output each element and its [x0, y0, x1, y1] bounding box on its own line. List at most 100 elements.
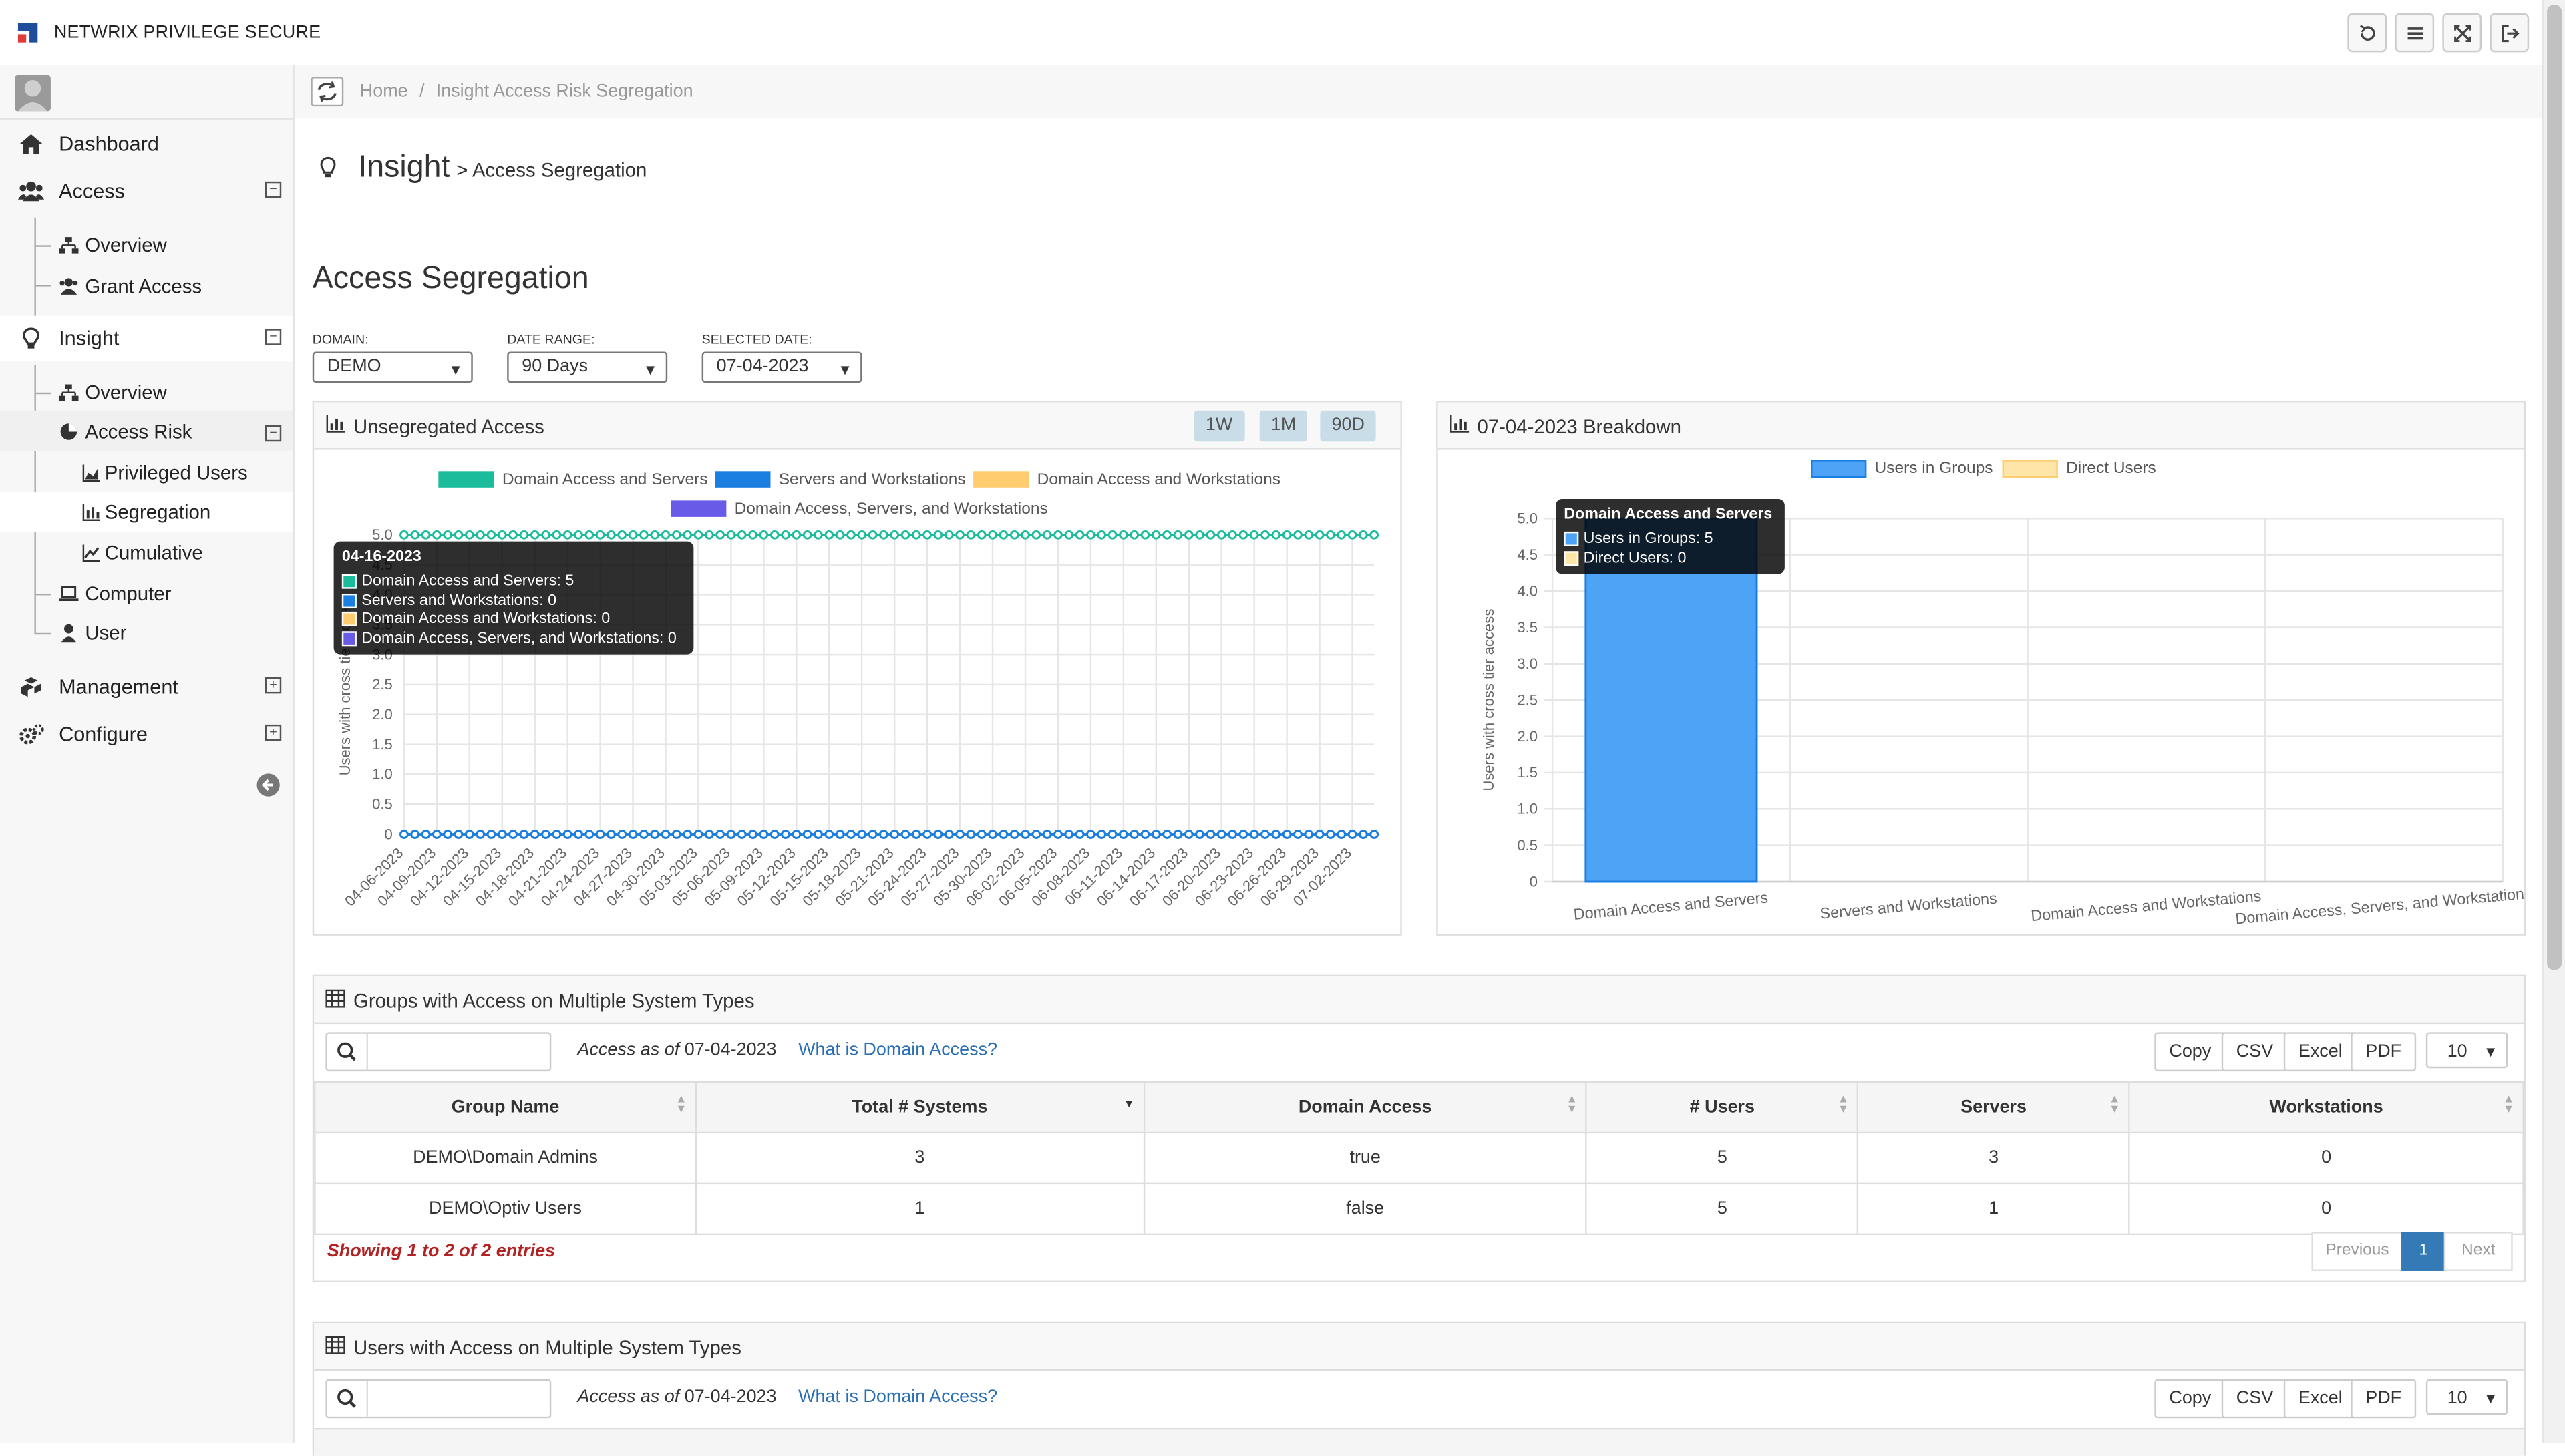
- y-tick-label: 1.0: [1517, 801, 1538, 817]
- collapse-icon[interactable]: −: [265, 181, 282, 198]
- data-point: [410, 830, 420, 839]
- menu-icon[interactable]: [2395, 13, 2435, 53]
- data-point: [911, 530, 921, 540]
- users-table-panel: Users with Access on Multiple System Typ…: [312, 1321, 2526, 1456]
- page-scrollbar[interactable]: [2542, 0, 2565, 1443]
- column-header[interactable]: Total # Systems ▼: [695, 1081, 1145, 1134]
- sidebar-item-management[interactable]: Management +: [0, 664, 293, 710]
- pagination-next[interactable]: Next: [2443, 1232, 2513, 1271]
- domain-select[interactable]: DEMO ▼: [312, 351, 473, 383]
- data-point: [617, 830, 627, 839]
- breadcrumb-home[interactable]: Home: [360, 81, 408, 101]
- sidebar-item-configure[interactable]: Configure +: [0, 711, 293, 757]
- data-point: [530, 830, 540, 839]
- tree-line: [34, 392, 51, 395]
- tooltip-row: Servers and Workstations: 0: [341, 591, 685, 610]
- expand-icon[interactable]: +: [265, 724, 282, 741]
- table-toolbar: Access as of 07-04-2023 What is Domain A…: [314, 1023, 2524, 1081]
- range-1m-button[interactable]: 1M: [1259, 410, 1308, 442]
- range-90d-button[interactable]: 90D: [1320, 410, 1377, 442]
- data-point: [933, 830, 943, 839]
- table-cell: true: [1142, 1131, 1588, 1185]
- breakdown-panel: 07-04-2023 Breakdown Users in Groups Dir…: [1436, 401, 2526, 936]
- chevron-down-icon: ▼: [2483, 1390, 2498, 1407]
- page-size-select[interactable]: 10 ▼: [2425, 1032, 2508, 1069]
- gears-icon: [19, 724, 44, 745]
- data-point: [955, 530, 965, 540]
- data-point: [868, 530, 878, 540]
- sidebar-item-label: Privileged Users: [104, 461, 248, 484]
- table-cell: 5: [1586, 1182, 1859, 1235]
- table-row[interactable]: DEMO\Optiv Users 1 false 5 1 0: [314, 1182, 2524, 1235]
- date-range-select[interactable]: 90 Days ▼: [507, 351, 668, 383]
- data-point: [933, 530, 943, 540]
- data-point: [1130, 530, 1140, 540]
- pagination-previous[interactable]: Previous: [2311, 1232, 2403, 1271]
- page-size-value: 10: [2447, 1389, 2467, 1409]
- showing-entries: Showing 1 to 2 of 2 entries: [327, 1241, 556, 1262]
- sidebar-item-dashboard[interactable]: Dashboard: [0, 121, 293, 167]
- collapse-sidebar-icon[interactable]: [256, 773, 280, 797]
- bar-chart-icon: [1450, 415, 1470, 433]
- tooltip-text: Servers and Workstations: 0: [361, 591, 557, 610]
- copy-button[interactable]: Copy: [2154, 1032, 2226, 1072]
- column-header[interactable]: Servers ▲ ▼: [1857, 1081, 2130, 1134]
- column-header[interactable]: # Users ▲ ▼: [1586, 1081, 1859, 1134]
- data-point: [410, 530, 420, 540]
- csv-button[interactable]: CSV: [2221, 1032, 2288, 1072]
- sitemap-icon: [59, 384, 79, 401]
- data-point: [432, 830, 442, 839]
- data-point: [814, 830, 823, 839]
- sort-desc-icon: ▼: [1123, 1099, 1135, 1111]
- data-point: [508, 830, 518, 839]
- pagination-page[interactable]: 1: [2401, 1232, 2446, 1271]
- scrollbar-thumb[interactable]: [2547, 5, 2562, 970]
- domain-access-help-link[interactable]: What is Domain Access?: [798, 1387, 997, 1407]
- sidebar-item-label: Insight: [59, 327, 120, 351]
- collapse-icon[interactable]: −: [265, 329, 282, 345]
- refresh-button[interactable]: [311, 77, 344, 107]
- copy-button[interactable]: Copy: [2154, 1379, 2226, 1419]
- page-title-main: Insight: [358, 150, 450, 185]
- sidebar-item-label: Overview: [85, 234, 167, 257]
- panel-title: Groups with Access on Multiple System Ty…: [353, 989, 755, 1013]
- table-row[interactable]: DEMO\Domain Admins 3 true 5 3 0: [314, 1131, 2524, 1185]
- search-input[interactable]: [369, 1037, 548, 1067]
- selected-date-filter: SELECTED DATE: 07-04-2023 ▼: [701, 332, 862, 383]
- pdf-button[interactable]: PDF: [2351, 1379, 2417, 1419]
- range-1w-button[interactable]: 1W: [1194, 410, 1244, 442]
- data-point: [802, 530, 812, 540]
- pdf-button[interactable]: PDF: [2351, 1032, 2417, 1072]
- collapse-icon[interactable]: −: [265, 425, 282, 442]
- column-header[interactable]: Group Name ▲ ▼: [314, 1081, 697, 1134]
- search-input-wrap[interactable]: [325, 1032, 552, 1072]
- excel-button[interactable]: Excel: [2283, 1032, 2357, 1072]
- fullscreen-icon[interactable]: [2442, 13, 2482, 53]
- users-icon: [59, 278, 78, 295]
- data-point: [1119, 830, 1128, 839]
- data-point: [1107, 530, 1118, 540]
- y-tick-label: 4.0: [1517, 582, 1538, 599]
- page-size-select[interactable]: 10 ▼: [2425, 1379, 2508, 1415]
- logout-icon[interactable]: [2490, 13, 2530, 53]
- domain-access-help-link[interactable]: What is Domain Access?: [798, 1041, 997, 1060]
- user-icon: [61, 624, 76, 643]
- data-point: [476, 530, 485, 540]
- search-input[interactable]: [369, 1383, 548, 1413]
- selected-date-select[interactable]: 07-04-2023 ▼: [701, 351, 862, 383]
- column-header[interactable]: Domain Access ▲ ▼: [1142, 1081, 1588, 1134]
- csv-button[interactable]: CSV: [2221, 1379, 2288, 1419]
- data-point: [999, 830, 1009, 839]
- data-point: [922, 830, 932, 839]
- as-of-date: 07-04-2023: [684, 1040, 777, 1060]
- column-header[interactable]: Workstations ▲ ▼: [2128, 1081, 2524, 1134]
- data-point: [1031, 830, 1041, 839]
- chevron-down-icon: ▼: [838, 361, 852, 378]
- search-input-wrap[interactable]: [325, 1379, 552, 1419]
- sidebar-item-insight[interactable]: Insight −: [0, 316, 293, 362]
- excel-button[interactable]: Excel: [2283, 1379, 2357, 1419]
- expand-icon[interactable]: +: [265, 677, 282, 694]
- avatar[interactable]: [15, 75, 51, 112]
- sidebar-item-access[interactable]: Access −: [0, 168, 293, 214]
- refresh-icon[interactable]: [2347, 13, 2387, 53]
